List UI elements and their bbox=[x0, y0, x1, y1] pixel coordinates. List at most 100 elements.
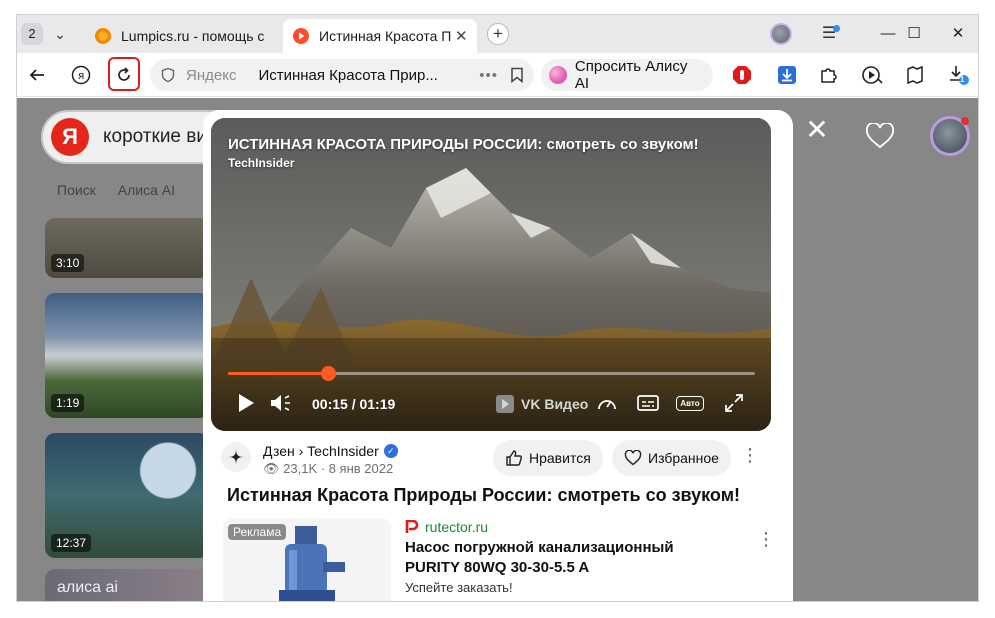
video-thumb[interactable]: 12:37 bbox=[45, 433, 209, 558]
serp-tabs: Поиск Алиса AI bbox=[57, 182, 175, 198]
close-viewer-icon[interactable]: ✕ bbox=[805, 116, 829, 144]
ad-site-label: rutector.ru bbox=[425, 519, 489, 535]
rutector-logo-icon bbox=[405, 520, 419, 533]
like-button[interactable]: Нравится bbox=[493, 440, 603, 476]
publish-date: 8 янв 2022 bbox=[328, 461, 394, 476]
video-progress-bar[interactable] bbox=[228, 366, 755, 381]
video-translate-icon[interactable] bbox=[856, 59, 888, 91]
video-viewer-modal: ИСТИННАЯ КРАСОТА ПРИРОДЫ РОССИИ: смотрет… bbox=[203, 110, 793, 601]
video-time: 00:15 / 01:19 bbox=[312, 396, 396, 412]
yandex-logo-icon[interactable]: Я bbox=[51, 118, 89, 156]
video-source[interactable]: Дзен › TechInsider ✓ bbox=[263, 443, 398, 459]
video-thumb[interactable]: 3:10 bbox=[45, 218, 209, 278]
close-window-icon[interactable]: ✕ bbox=[944, 23, 972, 45]
tab-title: Истинная Красота При bbox=[319, 28, 451, 44]
alice-promo-card[interactable]: алиса ai bbox=[45, 569, 209, 601]
video-overlay-title: ИСТИННАЯ КРАСОТА ПРИРОДЫ РОССИИ: смотрет… bbox=[228, 136, 699, 153]
shield-icon bbox=[161, 67, 175, 83]
maximize-icon[interactable]: ☐ bbox=[900, 23, 928, 45]
address-host: Яндекс bbox=[186, 66, 237, 84]
ad-cta: Успейте заказать! bbox=[405, 580, 513, 595]
user-avatar[interactable] bbox=[930, 116, 970, 156]
extensions-puzzle-icon[interactable] bbox=[813, 59, 845, 91]
source-label: Дзен › TechInsider bbox=[263, 443, 379, 459]
tab-count-button[interactable]: 2 bbox=[21, 23, 43, 45]
ad-site[interactable]: rutector.ru bbox=[405, 519, 488, 535]
alice-promo-label: алиса ai bbox=[57, 579, 118, 596]
heart-icon[interactable] bbox=[865, 123, 895, 149]
alice-orb-icon bbox=[549, 66, 567, 84]
ask-alice-label: Спросить Алису AI bbox=[574, 58, 688, 92]
address-page-title: Истинная Красота Прир... bbox=[258, 66, 438, 84]
tab-title: Lumpics.ru - помощь с ком bbox=[121, 28, 267, 44]
video-duration: 12:37 bbox=[51, 534, 92, 552]
downloads-icon[interactable]: 1 bbox=[943, 59, 975, 91]
more-dots-icon[interactable]: ••• bbox=[479, 67, 498, 84]
yandex-home-icon[interactable]: я bbox=[65, 59, 97, 91]
video-duration: 1:19 bbox=[51, 394, 85, 412]
adblock-stop-icon[interactable] bbox=[726, 59, 758, 91]
quality-auto-button[interactable]: Авто bbox=[676, 390, 704, 416]
fullscreen-icon[interactable] bbox=[721, 390, 747, 416]
download-extension-icon[interactable] bbox=[771, 59, 803, 91]
tab-active-video[interactable]: Истинная Красота При ✕ bbox=[283, 19, 477, 53]
verified-check-icon: ✓ bbox=[383, 444, 398, 458]
tab-lumpics[interactable]: Lumpics.ru - помощь с ком bbox=[85, 19, 275, 53]
play-favicon-icon bbox=[293, 28, 309, 44]
mute-icon[interactable] bbox=[267, 390, 297, 416]
vk-play-icon bbox=[496, 395, 514, 413]
video-frame-mountains bbox=[211, 118, 771, 431]
vk-video-label: VK Видео bbox=[521, 396, 589, 412]
serp-tab-alice[interactable]: Алиса AI bbox=[118, 182, 175, 198]
bookmark-icon[interactable] bbox=[510, 67, 524, 83]
collections-icon[interactable] bbox=[899, 59, 931, 91]
thumbs-up-icon bbox=[506, 450, 522, 466]
view-count: 23,1K bbox=[283, 461, 318, 476]
toolbar: я Яндекс Истинная Красота Прир... ••• Сп… bbox=[17, 53, 978, 97]
video-info-row: Дзен › TechInsider ✓ 👁 23,1K · 8 янв 202… bbox=[217, 440, 777, 480]
browser-window: 2 ⌄ Lumpics.ru - помощь с ком Истинная К… bbox=[16, 14, 979, 602]
video-meta: 👁 23,1K · 8 янв 2022 bbox=[263, 461, 393, 477]
new-tab-button[interactable]: + bbox=[487, 23, 509, 45]
profile-avatar[interactable] bbox=[770, 23, 792, 45]
svg-text:я: я bbox=[78, 69, 85, 82]
ask-alice-button[interactable]: Спросить Алису AI bbox=[541, 58, 713, 92]
close-tab-icon[interactable]: ✕ bbox=[455, 27, 469, 45]
more-vertical-icon[interactable]: ⋮ bbox=[741, 446, 759, 464]
back-arrow-icon[interactable] bbox=[21, 59, 53, 91]
video-player[interactable]: ИСТИННАЯ КРАСОТА ПРИРОДЫ РОССИИ: смотрет… bbox=[211, 118, 771, 431]
ad-title[interactable]: Насос погружной канализационный PURITY 8… bbox=[405, 538, 725, 578]
downloads-badge: 1 bbox=[960, 75, 965, 84]
menu-icon[interactable]: ☰ bbox=[817, 23, 841, 45]
favorite-button[interactable]: Избранное bbox=[612, 440, 731, 476]
video-duration: 3:10 bbox=[51, 254, 85, 272]
video-title: Истинная Красота Природы России: смотрет… bbox=[227, 485, 740, 505]
ad-image[interactable]: Реклама bbox=[223, 518, 391, 601]
vk-video-logo[interactable]: VK Видео bbox=[495, 394, 588, 414]
favorite-label: Избранное bbox=[648, 450, 719, 466]
eye-icon: 👁 bbox=[263, 461, 280, 476]
quality-label: Авто bbox=[676, 395, 704, 411]
like-label: Нравится bbox=[529, 450, 591, 466]
address-bar[interactable]: Яндекс Истинная Красота Прир... ••• bbox=[150, 59, 534, 91]
notification-dot bbox=[833, 25, 840, 32]
orange-favicon-icon bbox=[95, 28, 111, 44]
tab-strip: 2 ⌄ Lumpics.ru - помощь с ком Истинная К… bbox=[17, 15, 978, 53]
serp-tab-search[interactable]: Поиск bbox=[57, 182, 96, 198]
minimize-icon[interactable]: — bbox=[874, 23, 902, 45]
reload-highlight-frame bbox=[108, 57, 140, 91]
search-query: короткие ви bbox=[103, 126, 207, 147]
video-overlay-channel: TechInsider bbox=[228, 156, 295, 170]
ad-badge: Реклама bbox=[228, 524, 287, 540]
subtitles-icon[interactable] bbox=[635, 390, 661, 416]
tab-list-chevron-icon[interactable]: ⌄ bbox=[49, 23, 71, 45]
speed-gauge-icon[interactable] bbox=[594, 390, 620, 416]
zen-logo-icon[interactable] bbox=[221, 442, 251, 472]
meta-separator: · bbox=[320, 461, 329, 476]
progress-fill bbox=[228, 372, 329, 375]
heart-outline-icon bbox=[624, 450, 642, 466]
play-icon[interactable] bbox=[231, 390, 261, 416]
video-thumb[interactable]: 1:19 bbox=[45, 293, 209, 418]
page-content: Я короткие ви Поиск Алиса AI 3:10 1:19 1… bbox=[17, 98, 978, 601]
ad-more-vertical-icon[interactable]: ⋮ bbox=[757, 530, 775, 548]
